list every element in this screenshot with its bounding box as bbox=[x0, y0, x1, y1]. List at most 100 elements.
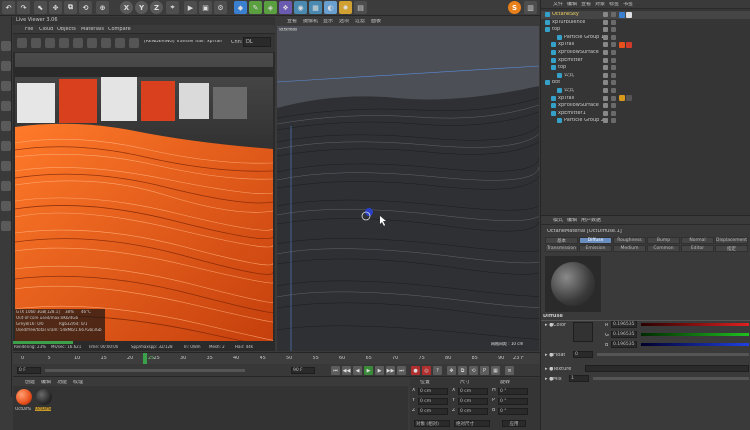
pause-icon[interactable] bbox=[45, 38, 55, 48]
channel-select[interactable]: DL bbox=[243, 37, 271, 47]
object-row[interactable]: Particle Group 2 bbox=[541, 117, 750, 125]
make-editable-icon[interactable] bbox=[1, 41, 11, 51]
vp-menu-panel[interactable]: 面板 bbox=[371, 19, 381, 24]
attribute-tab[interactable]: Editor bbox=[681, 245, 714, 252]
axis-mode-icon[interactable] bbox=[1, 181, 11, 191]
om-menu-view[interactable]: 查看 bbox=[581, 2, 591, 7]
undo-icon[interactable]: ↶ bbox=[2, 1, 15, 14]
object-row[interactable]: xpTrail bbox=[541, 41, 750, 49]
next-key-icon[interactable]: ▶▶ bbox=[386, 366, 395, 375]
object-row[interactable]: xpFollowSurface bbox=[541, 102, 750, 110]
visibility-toggle-icon[interactable] bbox=[603, 42, 608, 48]
region-icon[interactable] bbox=[87, 38, 97, 48]
visibility-toggle-icon[interactable] bbox=[603, 57, 608, 63]
clay-mode-icon[interactable] bbox=[129, 38, 139, 48]
visibility-toggle-icon[interactable] bbox=[603, 110, 608, 116]
settings-icon[interactable] bbox=[73, 38, 83, 48]
axis-z-button[interactable]: Z bbox=[150, 1, 163, 14]
recent-icon[interactable]: ⊕ bbox=[96, 1, 109, 14]
attribute-tab[interactable]: Normal bbox=[681, 237, 714, 244]
lv-menu-compare[interactable]: Compare bbox=[108, 27, 131, 32]
object-row[interactable]: 公式 bbox=[541, 87, 750, 95]
visibility-toggle-icon[interactable] bbox=[603, 34, 608, 40]
param-key-icon[interactable]: P bbox=[480, 366, 489, 375]
mat-menu-function[interactable]: 功能 bbox=[57, 380, 67, 385]
object-row[interactable]: xpEmitter1 bbox=[541, 110, 750, 118]
snap-icon[interactable] bbox=[1, 201, 11, 211]
workplane-icon[interactable] bbox=[1, 101, 11, 111]
prev-frame-icon[interactable]: ◀ bbox=[353, 366, 362, 375]
object-row[interactable]: top bbox=[541, 64, 750, 72]
enable-check-icon[interactable] bbox=[611, 19, 616, 25]
lock-resolution-icon[interactable] bbox=[115, 38, 125, 48]
object-tag-icon[interactable] bbox=[619, 95, 625, 102]
autokey-icon[interactable]: ◎ bbox=[422, 366, 431, 375]
position-field[interactable]: 0 cm bbox=[418, 388, 448, 395]
am-menu-userdata[interactable]: 用户数据 bbox=[581, 218, 601, 223]
object-row[interactable]: xpEmitter bbox=[541, 57, 750, 65]
object-tag-icon[interactable] bbox=[626, 41, 632, 48]
enable-check-icon[interactable] bbox=[611, 12, 616, 17]
select-icon[interactable]: ⬉ bbox=[34, 1, 47, 14]
enable-check-icon[interactable] bbox=[611, 27, 616, 33]
texture-mode-icon[interactable] bbox=[1, 81, 11, 91]
record-icon[interactable]: ● bbox=[411, 366, 420, 375]
more-icon[interactable]: ▤ bbox=[354, 1, 367, 14]
model-mode-icon[interactable] bbox=[1, 61, 11, 71]
rotate-icon[interactable]: ⟲ bbox=[79, 1, 92, 14]
attribute-tab[interactable]: Roughness bbox=[613, 237, 646, 244]
visibility-toggle-icon[interactable] bbox=[603, 72, 608, 78]
point-key-icon[interactable]: ▦ bbox=[491, 366, 500, 375]
octane-icon[interactable]: S bbox=[508, 1, 521, 14]
enable-check-icon[interactable] bbox=[611, 88, 616, 93]
visibility-toggle-icon[interactable] bbox=[603, 103, 608, 109]
move-icon[interactable]: ✥ bbox=[49, 1, 62, 14]
size-field[interactable]: 0 cm bbox=[458, 388, 488, 395]
pen-icon[interactable]: ✎ bbox=[249, 1, 262, 14]
render-view-icon[interactable]: ▶ bbox=[184, 1, 197, 14]
next-frame-icon[interactable]: ▶ bbox=[375, 366, 384, 375]
axis-x-button[interactable]: X bbox=[120, 1, 133, 14]
subdivision-icon[interactable]: ◈ bbox=[264, 1, 277, 14]
mat-menu-create[interactable]: 创建 bbox=[25, 380, 35, 385]
goto-start-icon[interactable]: ⏮ bbox=[331, 366, 340, 375]
attribute-tab[interactable]: Emission bbox=[579, 245, 612, 252]
mat-menu-edit[interactable]: 编辑 bbox=[41, 380, 51, 385]
vp-menu-display[interactable]: 显示 bbox=[323, 19, 333, 24]
enable-check-icon[interactable] bbox=[611, 110, 616, 116]
array-icon[interactable]: ❖ bbox=[279, 1, 292, 14]
lv-menu-file[interactable]: File bbox=[25, 27, 33, 32]
attribute-tab[interactable]: Medium bbox=[613, 245, 646, 252]
prev-key-icon[interactable]: ◀◀ bbox=[342, 366, 351, 375]
visibility-toggle-icon[interactable] bbox=[603, 118, 608, 124]
am-menu-mode[interactable]: 模式 bbox=[553, 218, 563, 223]
rotation-field[interactable]: 0 ° bbox=[498, 398, 528, 405]
play-icon[interactable]: ▶ bbox=[364, 366, 373, 375]
stop-icon[interactable] bbox=[59, 38, 69, 48]
size-field[interactable]: 0 cm bbox=[458, 408, 488, 415]
enable-check-icon[interactable] bbox=[611, 65, 616, 71]
visibility-toggle-icon[interactable] bbox=[603, 27, 608, 33]
attribute-tab[interactable]: Common bbox=[647, 245, 680, 252]
render-picture-icon[interactable]: ▣ bbox=[199, 1, 212, 14]
camera-icon[interactable]: ◐ bbox=[324, 1, 337, 14]
attribute-tab[interactable]: Transmission bbox=[545, 245, 578, 252]
timeline-menu-icon[interactable]: ≡ bbox=[505, 366, 514, 375]
g-slider[interactable] bbox=[641, 333, 749, 336]
visibility-toggle-icon[interactable] bbox=[603, 19, 608, 25]
enable-check-icon[interactable] bbox=[611, 103, 616, 109]
scene-icon[interactable]: ▦ bbox=[309, 1, 322, 14]
attribute-tab[interactable]: Diffuse bbox=[579, 237, 612, 244]
object-row[interactable]: Particle Group 1 bbox=[541, 34, 750, 42]
rotation-field[interactable]: 0 ° bbox=[498, 408, 528, 415]
mat-menu-texture[interactable]: 纹理 bbox=[73, 380, 83, 385]
apply-button[interactable]: 应用 bbox=[502, 420, 526, 427]
pos-key-icon[interactable]: ✥ bbox=[447, 366, 456, 375]
enable-check-icon[interactable] bbox=[611, 72, 616, 78]
float-field[interactable]: 0 bbox=[573, 351, 593, 358]
object-tag-icon[interactable] bbox=[626, 11, 632, 18]
rot-key-icon[interactable]: ⟲ bbox=[469, 366, 478, 375]
enable-check-icon[interactable] bbox=[611, 34, 616, 40]
pick-material-icon[interactable] bbox=[101, 38, 111, 48]
om-menu-tags[interactable]: 标签 bbox=[609, 2, 619, 7]
